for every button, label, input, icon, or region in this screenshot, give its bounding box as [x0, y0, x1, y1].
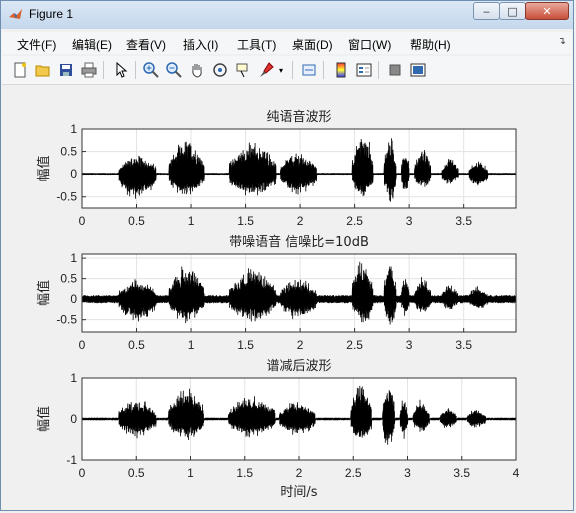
show-plot-tools-icon[interactable]: [408, 60, 428, 80]
title-bar[interactable]: Figure 1 ‒ □ ✕: [1, 1, 573, 29]
x-tick-label: 2: [297, 338, 304, 352]
toolbar-separator: [378, 61, 379, 79]
x-tick-label: 1: [188, 338, 195, 352]
hide-plot-tools-icon[interactable]: [385, 60, 405, 80]
axes-title: 带噪语音 信噪比=10dB: [229, 234, 369, 250]
pointer-icon[interactable]: [111, 60, 131, 80]
y-tick-label: 1: [70, 371, 77, 385]
x-tick-label: 1.5: [237, 338, 254, 352]
x-tick-label: 1: [187, 466, 194, 480]
x-tick-label: 0.5: [128, 214, 145, 228]
toolbar-separator: [103, 61, 104, 79]
toolbar-separator: [292, 61, 293, 79]
x-tick-label: 3.5: [455, 214, 472, 228]
rotate-3d-icon[interactable]: [210, 60, 230, 80]
y-tick-label: -1: [66, 453, 77, 467]
menu-bar: 文件(F) 编辑(E) 查看(V) 插入(I) 工具(T) 桌面(D) 窗口(W…: [2, 32, 572, 54]
figure-canvas: 0 0.5 1 1.5 2 2.5 3 3.510.50-0.5纯语音波形幅值0 0.5 1 1.5…: [5, 87, 571, 507]
x-tick-label: 1.5: [237, 214, 254, 228]
print-icon[interactable]: [79, 60, 99, 80]
matlab-logo-icon: [9, 9, 22, 19]
menu-view[interactable]: 查看(V): [126, 36, 166, 53]
x-tick-label: 2: [296, 466, 303, 480]
minimize-icon: ‒: [483, 4, 490, 18]
axes-2: 0 0.5 1 1.5 2 2.5 3 3.510.50-0.5带噪语音 信噪比=10dB幅值: [36, 234, 517, 352]
axes-title: 纯语音波形: [266, 109, 331, 125]
open-file-icon[interactable]: [33, 60, 53, 80]
legend-icon[interactable]: [354, 60, 374, 80]
menu-edit[interactable]: 编辑(E): [72, 36, 112, 53]
x-tick-label: 0: [79, 466, 86, 480]
x-tick-label: 2.5: [346, 214, 363, 228]
y-tick-label: 0: [70, 292, 77, 306]
x-tick-label: 3.5: [453, 466, 470, 480]
x-tick-label: 3: [406, 338, 413, 352]
toolbar-separator: [135, 61, 136, 79]
menu-gripper-icon[interactable]: ↴: [558, 36, 566, 47]
x-tick-label: 0.5: [128, 466, 145, 480]
x-tick-label: 3.5: [455, 338, 472, 352]
window-title: Figure 1: [29, 7, 74, 21]
menu-file[interactable]: 文件(F): [17, 36, 56, 53]
x-tick-label: 3: [406, 214, 413, 228]
axes-title: 谱减后波形: [266, 359, 331, 374]
new-figure-icon[interactable]: [10, 60, 30, 80]
save-icon[interactable]: [56, 60, 76, 80]
x-tick-label: 1.5: [236, 466, 253, 480]
x-tick-label: 4: [513, 466, 520, 480]
y-tick-label: 1: [70, 251, 77, 265]
zoom-in-icon[interactable]: [141, 60, 161, 80]
y-tick-label: 0.5: [60, 145, 77, 159]
y-axis-label: 幅值: [36, 155, 52, 181]
menu-desktop[interactable]: 桌面(D): [292, 36, 333, 53]
data-cursor-icon[interactable]: [233, 60, 253, 80]
axes-1: 0 0.5 1 1.5 2 2.5 3 3.510.50-0.5纯语音波形幅值: [36, 109, 517, 228]
maximize-icon: □: [507, 4, 518, 18]
close-icon: ✕: [542, 4, 552, 18]
x-tick-label: 2.5: [346, 338, 363, 352]
menu-window[interactable]: 窗口(W): [348, 36, 391, 53]
menu-tools[interactable]: 工具(T): [237, 36, 276, 53]
x-tick-label: 2: [297, 214, 304, 228]
menu-help[interactable]: 帮助(H): [410, 36, 451, 53]
minimize-button[interactable]: ‒: [473, 2, 500, 20]
x-tick-label: 0: [79, 338, 86, 352]
brush-icon[interactable]: [256, 60, 276, 80]
y-tick-label: 0.5: [60, 272, 77, 286]
y-tick-label: 0: [70, 412, 77, 426]
y-tick-label: -0.5: [56, 190, 77, 204]
pan-icon[interactable]: [187, 60, 207, 80]
zoom-out-icon[interactable]: [164, 60, 184, 80]
figure-toolbar: ▾: [2, 56, 572, 85]
toolbar-separator: [323, 61, 324, 79]
figure-window: Figure 1 ‒ □ ✕ 文件(F) 编辑(E) 查看(V) 插入(I) 工…: [0, 0, 574, 511]
x-tick-label: 3: [404, 466, 411, 480]
menu-insert[interactable]: 插入(I): [183, 36, 218, 53]
x-tick-label: 2.5: [345, 466, 362, 480]
colorbar-icon[interactable]: [331, 60, 351, 80]
x-tick-label: 0: [79, 214, 86, 228]
y-axis-label: 幅值: [36, 280, 52, 306]
link-icon[interactable]: [299, 60, 319, 80]
axes-3: 0 0.5 1 1.5 2 2.5 3 3.5 410-1谱减后波形幅值时间/s: [36, 359, 520, 500]
y-tick-label: 0: [70, 167, 77, 181]
brush-dropdown-icon[interactable]: ▾: [276, 60, 286, 80]
y-tick-label: -0.5: [56, 313, 77, 327]
x-tick-label: 1: [188, 214, 195, 228]
x-axis-label: 时间/s: [280, 485, 317, 500]
maximize-button[interactable]: □: [499, 2, 526, 20]
close-button[interactable]: ✕: [525, 2, 569, 20]
y-axis-label: 幅值: [36, 406, 52, 432]
x-tick-label: 0.5: [128, 338, 145, 352]
y-tick-label: 1: [70, 122, 77, 136]
